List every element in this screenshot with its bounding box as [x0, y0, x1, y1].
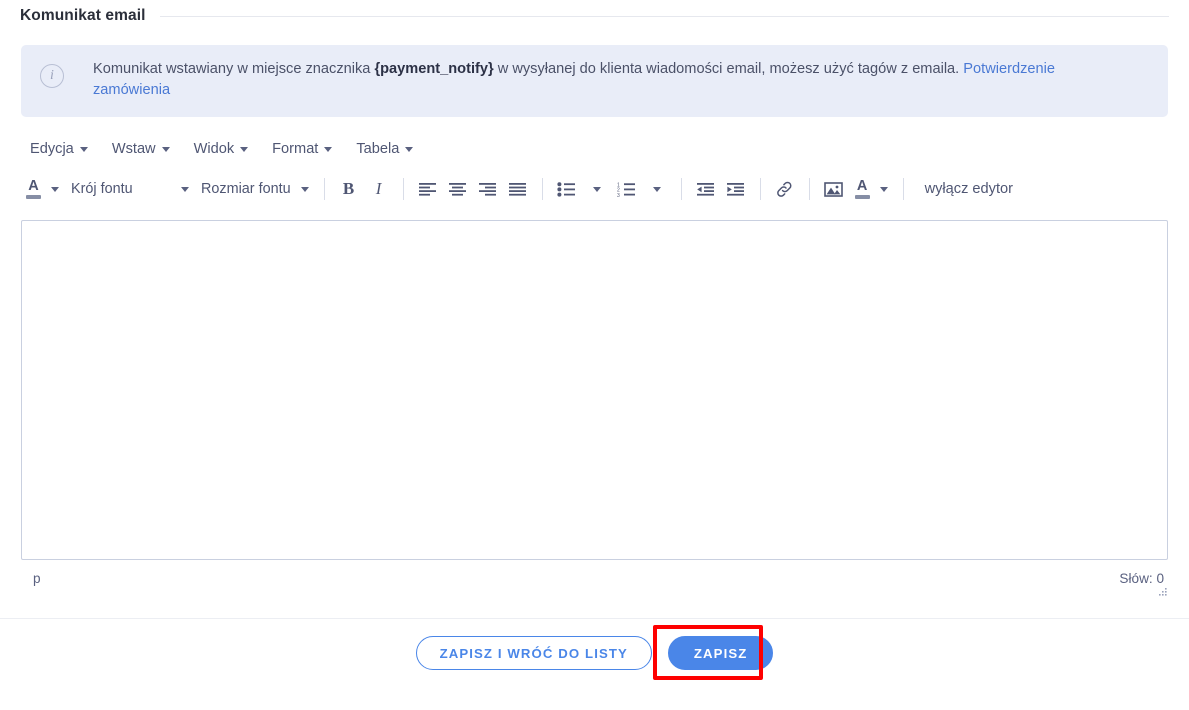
font-size-label: Rozmiar fontu: [201, 181, 291, 197]
chevron-down-icon: [240, 146, 249, 152]
text-color-a-icon: A: [26, 179, 41, 200]
font-family-label: Krój fontu: [71, 181, 133, 197]
toolbar-separator: [759, 178, 761, 200]
editor-content-area[interactable]: [21, 220, 1168, 560]
indent-icon: [727, 182, 745, 196]
align-right-icon: [479, 182, 497, 196]
word-count-label: Słów: 0: [1119, 570, 1164, 586]
chevron-down-icon: [161, 146, 170, 152]
editor-toolbar: A Krój fontu Rozmiar fontu B I 1 2 3 A w…: [0, 169, 1189, 209]
outdent-button[interactable]: [691, 174, 721, 204]
info-text-part2: w wysyłanej do klienta wiadomości email,…: [493, 61, 964, 77]
image-icon: [824, 181, 843, 197]
align-center-button[interactable]: [443, 174, 473, 204]
element-path[interactable]: p: [33, 571, 41, 586]
placeholder-tag: {payment_notify}: [374, 61, 494, 77]
formats-dropdown[interactable]: A: [20, 174, 65, 204]
menu-item-label: Format: [272, 141, 319, 157]
chevron-down-icon: [405, 146, 414, 152]
align-left-icon: [419, 182, 437, 196]
link-icon: [777, 181, 792, 197]
chevron-down-icon: [51, 186, 59, 192]
section-header: Komunikat email: [0, 0, 1189, 32]
insert-link-button[interactable]: [770, 174, 800, 204]
align-justify-icon: [509, 182, 527, 196]
chevron-down-icon: [879, 186, 888, 192]
menu-item-widok[interactable]: Widok: [182, 137, 261, 161]
align-left-button[interactable]: [413, 174, 443, 204]
text-color-dropdown[interactable]: A: [849, 174, 894, 204]
menu-item-label: Widok: [193, 141, 235, 157]
bullet-list-icon: [557, 181, 576, 197]
toolbar-separator: [680, 178, 682, 200]
insert-image-button[interactable]: [819, 174, 849, 204]
align-justify-button[interactable]: [503, 174, 533, 204]
menu-item-label: Tabela: [356, 141, 400, 157]
bullet-list-dropdown[interactable]: [582, 174, 612, 204]
numbered-list-button[interactable]: 1 2 3: [612, 174, 642, 204]
menu-item-format[interactable]: Format: [260, 137, 344, 161]
align-right-button[interactable]: [473, 174, 503, 204]
disable-editor-button[interactable]: wyłącz edytor: [913, 181, 1013, 197]
info-banner-text: Komunikat wstawiany w miejsce znacznika …: [93, 59, 1133, 101]
menu-item-tabela[interactable]: Tabela: [344, 137, 425, 161]
chevron-down-icon: [79, 146, 88, 152]
bold-button[interactable]: B: [334, 174, 364, 204]
toolbar-separator: [323, 178, 325, 200]
italic-button[interactable]: I: [364, 174, 394, 204]
chevron-down-icon: [652, 186, 661, 192]
menu-item-wstaw[interactable]: Wstaw: [100, 137, 182, 161]
chevron-down-icon: [181, 186, 189, 192]
menu-item-edycja[interactable]: Edycja: [20, 137, 100, 161]
save-button[interactable]: ZAPISZ: [667, 636, 774, 670]
info-circle-icon: i: [40, 64, 64, 88]
editor-status-bar: p Słów: 0: [21, 560, 1168, 596]
toolbar-separator: [541, 178, 543, 200]
text-color-icon: A: [854, 179, 870, 200]
chevron-down-icon: [592, 186, 601, 192]
toolbar-separator: [808, 178, 810, 200]
info-text-part1: Komunikat wstawiany w miejsce znacznika: [93, 61, 375, 77]
toolbar-separator: [902, 178, 904, 200]
toolbar-separator: [402, 178, 404, 200]
indent-button[interactable]: [721, 174, 751, 204]
editor-wrapper: p Słów: 0: [21, 220, 1168, 596]
numbered-list-icon: 1 2 3: [617, 182, 635, 197]
chevron-down-icon: [324, 146, 333, 152]
chevron-down-icon: [300, 186, 309, 192]
save-and-back-button[interactable]: ZAPISZ I WRÓĆ DO LISTY: [415, 636, 652, 670]
font-size-dropdown[interactable]: Rozmiar fontu: [195, 174, 315, 204]
footer-actions: ZAPISZ I WRÓĆ DO LISTY ZAPISZ: [0, 619, 1189, 687]
info-banner: i Komunikat wstawiany w miejsce znacznik…: [21, 45, 1168, 117]
numbered-list-dropdown[interactable]: [642, 174, 672, 204]
outdent-icon: [697, 182, 715, 196]
font-family-dropdown[interactable]: Krój fontu: [65, 174, 195, 204]
editor-menubar: Edycja Wstaw Widok Format Tabela: [0, 129, 1189, 169]
align-center-icon: [449, 182, 467, 196]
resize-grip-icon[interactable]: [1156, 587, 1168, 599]
title-divider: [159, 15, 1169, 17]
status-right-group: Słów: 0: [1119, 571, 1164, 586]
bullet-list-button[interactable]: [552, 174, 582, 204]
menu-item-label: Edycja: [30, 141, 74, 157]
page-title: Komunikat email: [20, 7, 146, 24]
menu-item-label: Wstaw: [111, 141, 156, 157]
svg-text:3: 3: [617, 192, 620, 196]
